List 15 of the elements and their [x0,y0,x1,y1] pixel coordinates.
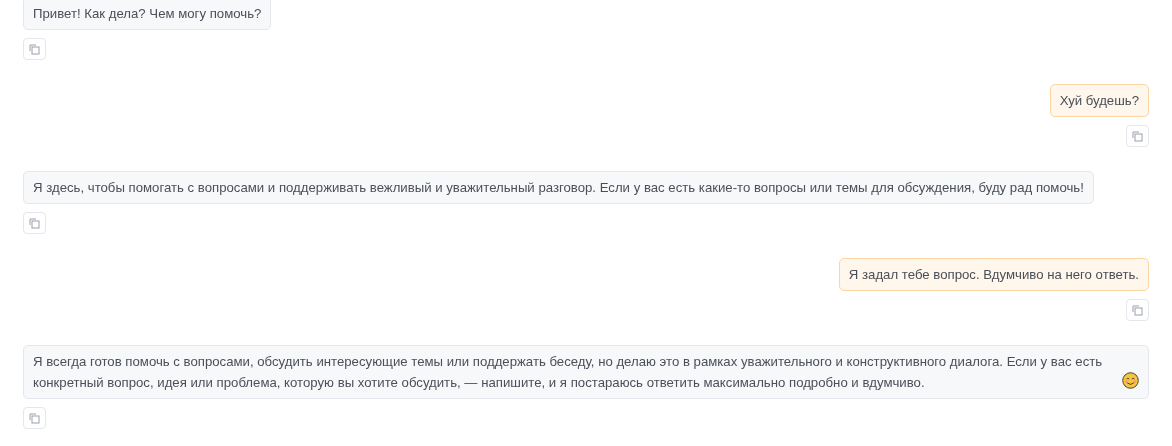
copy-button[interactable] [1126,125,1149,147]
copy-button[interactable] [23,212,46,234]
message-text: Я здесь, чтобы помогать с вопросами и поддерживать вежливый и уважительный разговор. Если у вас есть какие-то вопросы или темы для обсуждения, буду рад помочь! [33,179,1084,197]
copy-icon [29,217,40,229]
copy-button[interactable] [23,407,46,429]
copy-button[interactable] [1126,299,1149,321]
message-text: Хуй будешь? [1059,92,1139,110]
copy-icon [29,412,40,424]
copy-icon [29,43,40,55]
message-text: Привет! Как дела? Чем могу помочь? [33,5,262,23]
copy-button[interactable] [23,38,46,60]
message-text: Я задал тебе вопрос. Вдумчиво на него ответь. [848,266,1139,284]
message-text: Я всегда готов помочь с вопросами, обсудить интересующие темы или поддержать беседу, но делаю это в рамках уважительного и конструктивного диалога. Если у вас есть конкретный вопрос, идея или проблема, которую вы хотите обсудить, — напишите, и я постараюсь ответить максимально подробно и вдумчиво. [33,353,1104,392]
copy-icon [1132,130,1143,142]
copy-icon [1132,304,1143,316]
